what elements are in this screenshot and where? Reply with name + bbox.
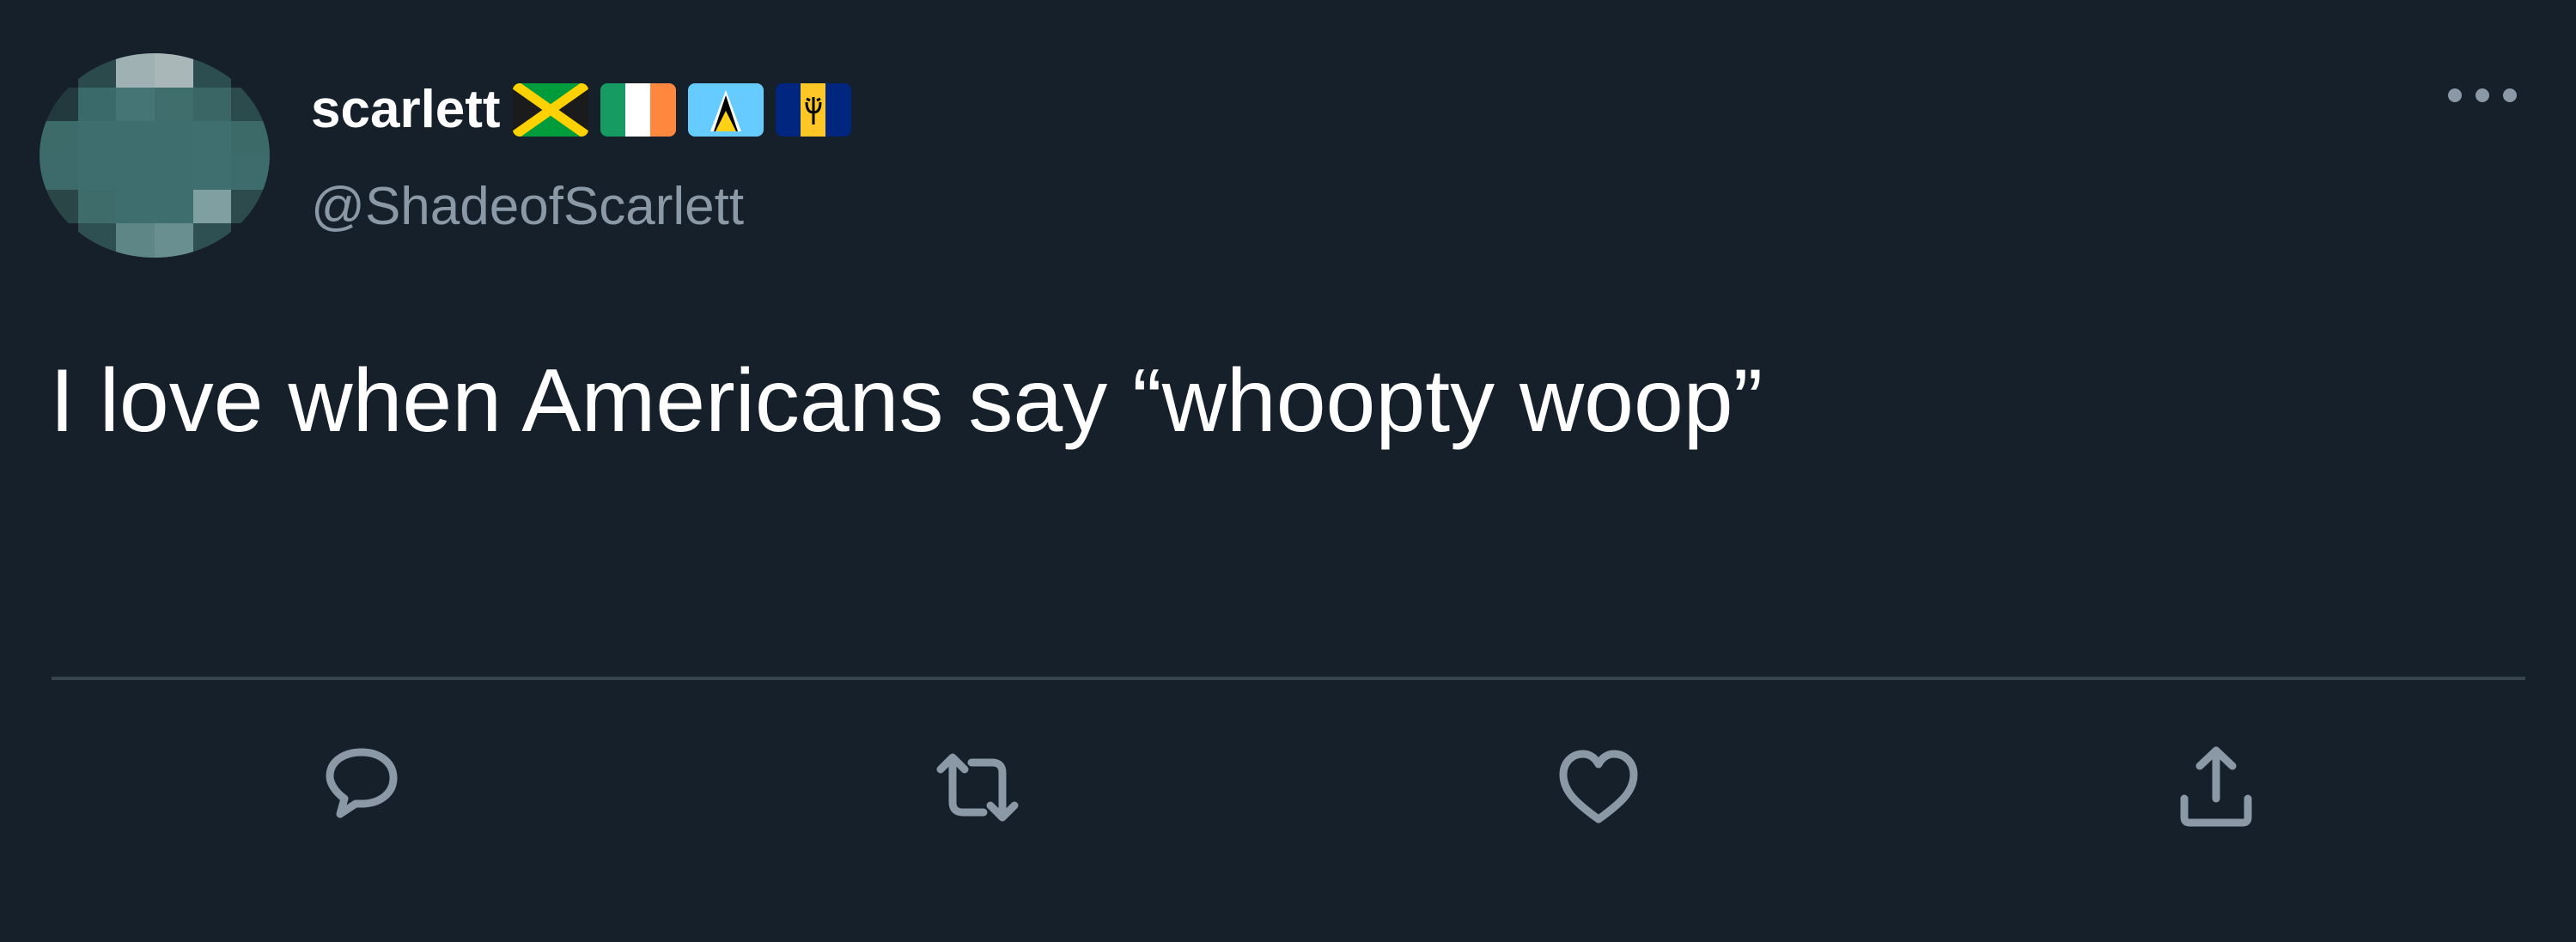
divider [52, 677, 2525, 680]
like-button[interactable] [1551, 740, 1646, 835]
more-dot [2448, 88, 2462, 102]
reply-button[interactable] [314, 740, 409, 835]
user-handle[interactable]: @ShadeofScarlett [311, 176, 744, 238]
share-icon [2180, 746, 2252, 827]
share-button[interactable] [2169, 740, 2263, 835]
avatar[interactable] [40, 53, 270, 258]
saint-lucia-flag-icon [687, 83, 764, 137]
retweet-button[interactable] [930, 740, 1025, 835]
display-name-row: scarlett [311, 79, 851, 141]
retweet-icon [936, 753, 1019, 822]
tweet-text: I love when Americans say “whoopty woop” [50, 351, 1763, 451]
display-name[interactable]: scarlett [311, 79, 501, 141]
ireland-flag-icon [600, 83, 676, 137]
more-options-icon[interactable] [2448, 82, 2517, 108]
reply-icon [326, 748, 398, 818]
avatar-pixelated-image [40, 53, 270, 258]
like-icon [1559, 750, 1638, 823]
action-bar [0, 740, 2576, 835]
jamaica-flag-icon [512, 83, 588, 137]
tweet-card: scarlett @ShadeofScarlett I love when Am… [0, 0, 2576, 942]
barbados-flag-icon [775, 83, 851, 137]
more-dot [2503, 88, 2517, 102]
more-dot [2476, 88, 2489, 102]
